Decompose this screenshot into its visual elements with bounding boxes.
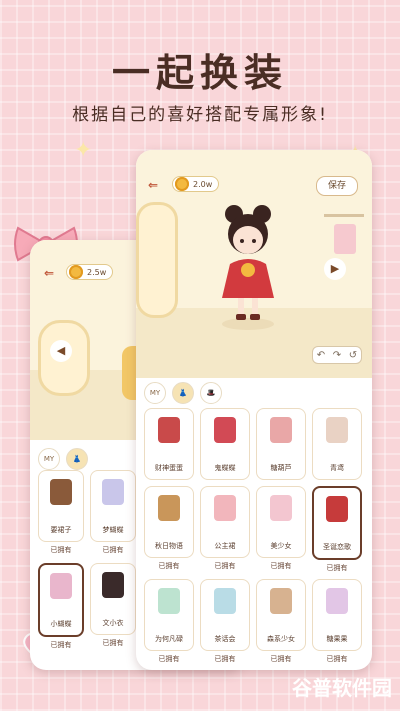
list-item[interactable]: 糖果果 已拥有 [312,579,362,664]
item-label: 要裙子 [50,526,72,534]
watermark: 谷普软件园 [292,676,392,700]
owned-status: 已拥有 [50,641,72,649]
item-label: 秋日物语 [155,542,183,550]
list-item[interactable]: 糖葫芦 [256,408,306,480]
item-label: 青鸢 [330,464,344,472]
outfit-thumbnail [50,479,72,505]
outfit-thumbnail [270,495,292,521]
back-arrow-icon[interactable]: ⇐ [148,178,158,192]
category-tab-dress[interactable]: 👗 [172,382,194,404]
list-item[interactable]: 美少女 已拥有 [256,486,306,573]
outfit-thumbnail [158,495,180,521]
outfit-thumbnail [158,588,180,614]
list-item[interactable]: 为何凡碌 已拥有 [144,579,194,664]
undo-redo-controls: ↶ ↷ ↺ [312,346,362,364]
list-item[interactable]: 财神蛋蛋 [144,408,194,480]
item-label: 为何凡碌 [155,635,183,643]
owned-status: 已拥有 [102,639,124,647]
coin-amount: 2.5w [87,267,107,277]
item-label: 糖葫芦 [270,464,292,472]
outfit-thumbnail [270,417,292,443]
list-item[interactable]: 文小衣 已拥有 [90,563,136,650]
item-label: 糖果果 [326,635,348,643]
item-grid: 要裙子 已拥有 梦蝴蝶 已拥有 小蝴蝶 已拥有 文小衣 已拥有 [38,470,136,650]
item-label: 财神蛋蛋 [155,464,183,472]
item-label: 小蝴蝶 [50,620,72,628]
outfit-thumbnail [102,572,124,598]
item-label: 圣诞恋歌 [323,543,351,551]
outfit-thumbnail [214,588,236,614]
character-figure [222,205,274,330]
back-arrow-icon[interactable]: ⇐ [44,266,54,280]
owned-status: 已拥有 [102,546,124,554]
outfit-thumbnail [50,573,72,599]
item-label: 梦蝴蝶 [102,526,124,534]
front-phone-screen: ⇐ 2.0w 保存 ▶ ↶ ↷ ↺ MY 👗 🎩 财神蛋蛋 鬼蝶蝶 糖葫芦 青鸢… [136,150,372,670]
category-toolbar: MY 👗 🎩 [136,382,372,404]
category-tab-my[interactable]: MY [38,448,60,470]
owned-status: 已拥有 [270,562,292,570]
page-title: 一起换装 [111,51,288,95]
list-item[interactable]: 小蝴蝶 已拥有 [38,563,84,650]
reset-icon[interactable]: ↺ [349,350,357,361]
list-item[interactable]: 森系少女 已拥有 [256,579,306,664]
dressing-room-scene: ⇐ 2.0w 保存 ▶ ↶ ↷ ↺ [136,150,372,378]
undo-icon[interactable]: ↶ [317,350,325,361]
item-label: 公主裙 [214,542,236,550]
list-item[interactable]: 茶话会 已拥有 [200,579,250,664]
outfit-thumbnail [326,417,348,443]
play-right-icon[interactable]: ▶ [324,258,346,280]
item-label: 文小衣 [102,619,124,627]
owned-status: 已拥有 [158,562,180,570]
owned-status: 已拥有 [214,655,236,663]
outfit-thumbnail [214,417,236,443]
list-item[interactable]: 公主裙 已拥有 [200,486,250,573]
coin-balance: 2.0w [172,176,220,192]
list-item[interactable]: 圣诞恋歌 已拥有 [312,486,362,573]
sparkle-icon: ✦ [74,138,93,163]
list-item[interactable]: 青鸢 [312,408,362,480]
item-label: 茶话会 [214,635,236,643]
category-tab-my[interactable]: MY [144,382,166,404]
owned-status: 已拥有 [326,655,348,663]
play-left-icon[interactable]: ◀ [50,340,72,362]
coin-icon [175,177,189,191]
list-item[interactable]: 要裙子 已拥有 [38,470,84,555]
redo-icon[interactable]: ↷ [333,350,341,361]
item-label: 森系少女 [267,635,295,643]
list-item[interactable]: 秋日物语 已拥有 [144,486,194,573]
category-tab-hat[interactable]: 🎩 [200,382,222,404]
owned-status: 已拥有 [270,655,292,663]
outfit-thumbnail [102,479,124,505]
outfit-thumbnail [214,495,236,521]
coin-icon [69,265,83,279]
save-button[interactable]: 保存 [316,176,358,196]
outfit-thumbnail [158,417,180,443]
owned-status: 已拥有 [326,564,348,572]
list-item[interactable]: 梦蝴蝶 已拥有 [90,470,136,555]
coin-balance: 2.5w [66,264,114,280]
outfit-thumbnail [326,496,348,522]
item-label: 鬼蝶蝶 [214,464,236,472]
page-subtitle: 根据自己的喜好搭配专属形象! [72,105,328,125]
list-item[interactable]: 鬼蝶蝶 [200,408,250,480]
coin-amount: 2.0w [193,179,213,189]
owned-status: 已拥有 [214,562,236,570]
outfit-thumbnail [270,588,292,614]
owned-status: 已拥有 [50,546,72,554]
category-tab-dress[interactable]: 👗 [66,448,88,470]
outfit-thumbnail [326,588,348,614]
owned-status: 已拥有 [158,655,180,663]
item-grid: 财神蛋蛋 鬼蝶蝶 糖葫芦 青鸢 秋日物语已拥有 公主裙已拥有 美少女已拥有 圣诞… [144,408,362,664]
item-label: 美少女 [270,542,292,550]
mirror [136,202,178,318]
